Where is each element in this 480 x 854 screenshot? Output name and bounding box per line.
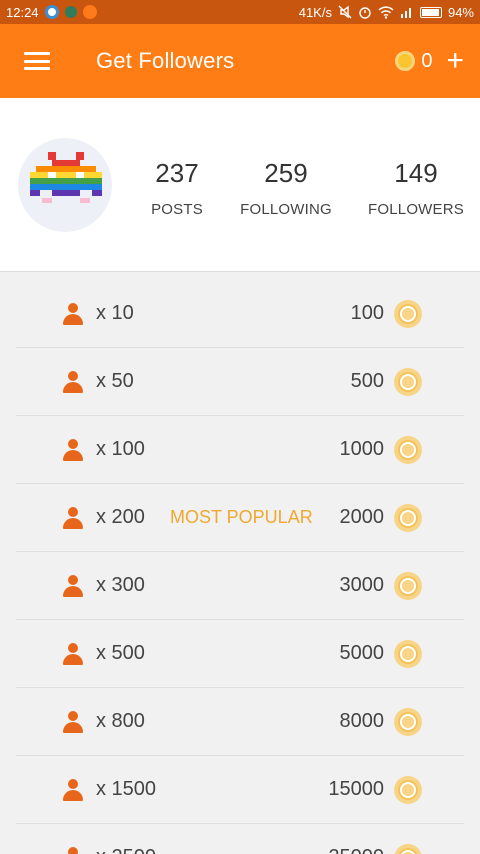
coin-icon: [394, 367, 422, 396]
coin-icon: [394, 843, 422, 854]
package-row[interactable]: x 50 500: [16, 348, 464, 416]
package-amount: x 300: [96, 574, 145, 596]
package-amount: x 10: [96, 302, 134, 324]
space-invader-avatar-image: [30, 152, 102, 203]
most-popular-badge: MOST POPULAR: [170, 507, 313, 527]
person-icon: [62, 507, 84, 529]
package-price: 5000: [339, 642, 385, 664]
plus-icon[interactable]: +: [446, 46, 464, 76]
battery-percent: 94%: [447, 4, 474, 20]
coin-icon: [394, 503, 422, 532]
package-price: 100: [350, 302, 384, 324]
stat-posts: 237 POSTS: [146, 158, 208, 218]
package-row[interactable]: x 300 3000: [16, 552, 464, 620]
person-icon: [62, 303, 84, 325]
network-speed: 41K/s: [298, 4, 332, 20]
package-price: 500: [350, 370, 384, 392]
alarm-icon: [359, 7, 371, 19]
stat-followers-value: 149: [394, 158, 438, 188]
coin-icon: [394, 707, 422, 736]
profile-header: 237 POSTS 259 FOLLOWING 149 FOLLOWERS: [0, 98, 480, 272]
package-row[interactable]: x 2500 25000: [16, 824, 464, 854]
package-row[interactable]: x 10 100: [16, 280, 464, 348]
stat-followers: 149 FOLLOWERS: [364, 158, 468, 218]
stat-posts-value: 237: [155, 158, 199, 188]
person-icon: [62, 371, 84, 393]
person-icon: [62, 575, 84, 597]
person-icon: [62, 643, 84, 665]
app-notification-icon: [44, 5, 59, 19]
signal-icon: [400, 8, 411, 18]
package-amount: x 500: [96, 642, 145, 664]
chat-notification-icon: [82, 5, 97, 19]
coin-balance: 0: [395, 50, 432, 73]
package-price: 1000: [339, 438, 385, 460]
menu-icon[interactable]: [24, 52, 50, 70]
package-amount: x 50: [96, 370, 134, 392]
package-row[interactable]: x 100 1000: [16, 416, 464, 484]
status-time: 12:24: [6, 4, 39, 20]
battery-icon: [419, 6, 442, 18]
stat-followers-label: FOLLOWERS: [368, 201, 464, 218]
package-amount: x 2500: [96, 846, 156, 854]
coin-count: 0: [421, 49, 433, 72]
package-amount: x 100: [96, 438, 145, 460]
coin-icon: [394, 639, 422, 668]
package-amount: x 1500: [96, 778, 157, 800]
stat-following: 259 FOLLOWING: [236, 158, 336, 218]
coin-icon: [394, 571, 422, 600]
stat-posts-label: POSTS: [151, 201, 203, 218]
package-price: 3000: [339, 574, 385, 596]
app-title: Get Followers: [96, 48, 235, 73]
status-bar: 12:24 41K/s 94%: [0, 0, 480, 24]
package-price: 25000: [328, 846, 384, 854]
package-row[interactable]: x 500 5000: [16, 620, 464, 688]
person-icon: [62, 439, 84, 461]
stat-following-label: FOLLOWING: [240, 201, 332, 218]
coin-icon: [395, 51, 416, 71]
package-list: x 10 100 x 50 500 x 100 1000 x 200 MOST POPULAR…: [0, 280, 480, 854]
package-price: 2000: [339, 506, 385, 528]
package-row[interactable]: x 1500 15000: [16, 756, 464, 824]
person-icon: [62, 711, 84, 733]
mute-icon: [338, 5, 352, 19]
wifi-icon: [378, 5, 394, 19]
app-bar: Get Followers 0 +: [0, 24, 480, 98]
package-price: 15000: [328, 778, 384, 800]
person-icon: [62, 779, 84, 801]
android-notification-icon: [64, 6, 77, 18]
package-row[interactable]: x 200 MOST POPULAR 2000: [16, 484, 464, 552]
person-icon: [62, 847, 84, 854]
coin-icon: [394, 299, 422, 328]
package-price: 8000: [339, 710, 385, 732]
stat-following-value: 259: [264, 158, 308, 188]
avatar[interactable]: [18, 138, 112, 232]
package-row[interactable]: x 800 8000: [16, 688, 464, 756]
coin-icon: [394, 775, 422, 804]
package-amount: x 200: [96, 506, 145, 528]
coin-icon: [394, 435, 422, 464]
package-amount: x 800: [96, 710, 145, 732]
